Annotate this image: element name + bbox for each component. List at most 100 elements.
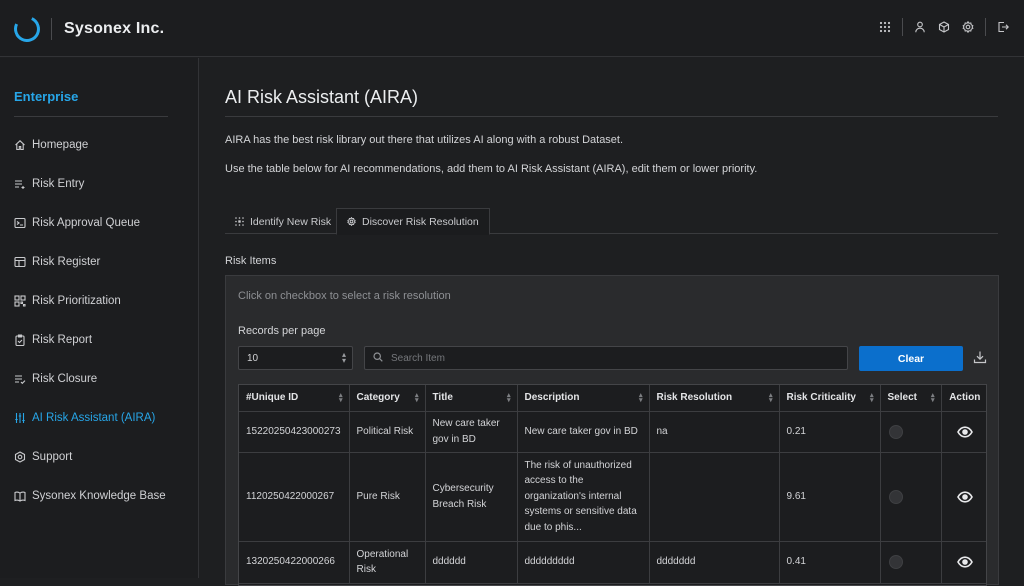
- tab-label: Discover Risk Resolution: [362, 215, 479, 228]
- sidebar-item-risk-closure[interactable]: Risk Closure: [14, 369, 97, 389]
- top-bar: Sysonex Inc.: [0, 0, 1024, 57]
- risk-items-panel: Click on checkbox to select a risk resol…: [225, 275, 999, 586]
- records-per-page-value: 10: [247, 352, 259, 364]
- apps-grid-icon[interactable]: [878, 20, 892, 34]
- sidebar-item-label: Homepage: [32, 139, 89, 151]
- support-icon: [14, 451, 26, 463]
- view-eye-icon[interactable]: [949, 490, 982, 503]
- search-field[interactable]: [364, 346, 848, 370]
- sort-icon: ▴ ▾: [506, 392, 511, 404]
- sidebar-item-homepage[interactable]: Homepage: [14, 135, 88, 155]
- logo-icon[interactable]: [10, 12, 44, 46]
- cell-select: [880, 452, 942, 542]
- top-divider: [985, 18, 986, 36]
- column-header-select[interactable]: Select ▴ ▾: [880, 385, 942, 412]
- terminal-icon: [14, 217, 26, 229]
- cell-action: [941, 452, 986, 542]
- logout-icon[interactable]: [996, 20, 1010, 34]
- records-per-page-label: Records per page: [238, 325, 326, 337]
- top-divider: [902, 18, 903, 36]
- tab-discover-risk-resolution[interactable]: Discover Risk Resolution: [336, 208, 490, 235]
- sidebar-item-label: Risk Closure: [32, 373, 98, 385]
- sidebar-item-risk-prioritization[interactable]: Risk Prioritization: [14, 291, 121, 311]
- column-header-description[interactable]: Description ▴ ▾: [517, 385, 650, 412]
- sidebar-item-label: Risk Report: [32, 334, 93, 346]
- column-header-risk-resolution[interactable]: Risk Resolution ▴ ▾: [649, 385, 780, 412]
- sidebar-item-risk-register[interactable]: Risk Register: [14, 252, 100, 272]
- sidebar-item-risk-report[interactable]: Risk Report: [14, 330, 92, 350]
- tab-label: Identify New Risk: [250, 215, 332, 228]
- cell-risk-resolution: [649, 452, 780, 542]
- tab-bar: Identify New Risk Discover Risk Resoluti…: [225, 208, 998, 235]
- main-content: AI Risk Assistant (AIRA) AIRA has the be…: [200, 58, 1024, 586]
- select-radio[interactable]: [888, 424, 903, 439]
- cell-title: Cybersecurity Breach Risk: [425, 452, 518, 542]
- grid-icon: [14, 295, 26, 307]
- sidebar-item-label: Risk Register: [32, 256, 101, 268]
- cell-unique-id: 1120250422000267: [239, 452, 350, 542]
- sidebar-item-support[interactable]: Support: [14, 447, 72, 467]
- table-row: 1320250422000266 Operational Risk dddddd…: [239, 541, 986, 584]
- column-header-risk-criticality[interactable]: Risk Criticality ▴ ▾: [779, 385, 881, 412]
- top-actions: [878, 17, 1010, 37]
- sort-icon: ▴ ▾: [930, 392, 935, 404]
- cell-unique-id: 15220250423000273: [239, 411, 350, 453]
- cell-category: Political Risk: [349, 411, 426, 453]
- list-add-icon: [14, 178, 26, 190]
- sidebar-divider: [14, 116, 168, 117]
- select-caret-icon: ▴ ▾: [341, 350, 346, 365]
- home-icon: [14, 139, 26, 151]
- cell-risk-criticality: 9.61: [779, 452, 881, 542]
- sidebar-item-risk-approval-queue[interactable]: Risk Approval Queue: [14, 213, 140, 233]
- search-icon: [373, 351, 383, 365]
- column-header-action: Action: [941, 385, 986, 412]
- section-label: Risk Items: [225, 255, 277, 267]
- sidebar-item-label: Risk Approval Queue: [32, 217, 141, 229]
- view-eye-icon[interactable]: [949, 425, 982, 438]
- cell-risk-resolution: ddddddd: [649, 541, 780, 584]
- select-radio[interactable]: [888, 489, 903, 504]
- sidebar-title: Enterprise: [14, 89, 79, 104]
- sliders-icon: [14, 412, 26, 424]
- page-description: AIRA has the best risk library out there…: [225, 134, 624, 146]
- selection-hint: Click on checkbox to select a risk resol…: [238, 290, 451, 302]
- book-icon: [14, 490, 26, 502]
- risk-table: #Unique ID ▴ ▾ Category ▴ ▾ Title ▴ ▾ Descript…: [238, 384, 987, 586]
- cell-description: The risk of unauthorized access to the o…: [517, 452, 650, 542]
- view-eye-icon[interactable]: [949, 556, 982, 568]
- cell-select: [880, 411, 942, 453]
- sidebar-item-knowledge-base[interactable]: Sysonex Knowledge Base: [14, 486, 166, 506]
- cell-risk-resolution: na: [649, 411, 780, 453]
- title-divider: [225, 116, 998, 117]
- column-header-category[interactable]: Category ▴ ▾: [349, 385, 426, 412]
- sidebar-item-ai-risk-assistant[interactable]: AI Risk Assistant (AIRA): [14, 408, 155, 428]
- table-row: 15220250423000273 Political Risk New car…: [239, 411, 986, 453]
- cell-risk-criticality: 0.41: [779, 541, 881, 584]
- dotted-grid-icon: [235, 217, 244, 226]
- brand-name[interactable]: Sysonex Inc.: [64, 20, 164, 38]
- clipboard-icon: [14, 334, 26, 346]
- column-header-title[interactable]: Title ▴ ▾: [425, 385, 518, 412]
- column-header-unique-id[interactable]: #Unique ID ▴ ▾: [239, 385, 350, 412]
- select-radio[interactable]: [888, 555, 903, 569]
- cube-icon[interactable]: [937, 20, 951, 34]
- sidebar-item-risk-entry[interactable]: Risk Entry: [14, 174, 84, 194]
- tab-identify-new-risk[interactable]: Identify New Risk: [225, 208, 341, 235]
- records-per-page-select[interactable]: 10 ▴ ▾: [238, 346, 353, 370]
- clear-button[interactable]: Clear: [859, 346, 963, 371]
- user-icon[interactable]: [913, 20, 927, 34]
- cell-action: [941, 411, 986, 453]
- table-header-row: #Unique ID ▴ ▾ Category ▴ ▾ Title ▴ ▾ Descript…: [239, 385, 986, 412]
- search-input[interactable]: [391, 352, 811, 364]
- cell-select: [880, 541, 942, 584]
- sidebar-item-label: AI Risk Assistant (AIRA): [32, 412, 156, 424]
- settings-icon[interactable]: [961, 20, 975, 34]
- list-check-icon: [14, 373, 26, 385]
- cell-unique-id: 1320250422000266: [239, 541, 350, 584]
- sidebar-item-label: Risk Entry: [32, 178, 85, 190]
- table-icon: [14, 256, 26, 268]
- logo-divider: [51, 18, 52, 40]
- settings-icon: [347, 217, 356, 226]
- sort-icon: ▴ ▾: [414, 392, 419, 404]
- download-icon[interactable]: [972, 349, 988, 365]
